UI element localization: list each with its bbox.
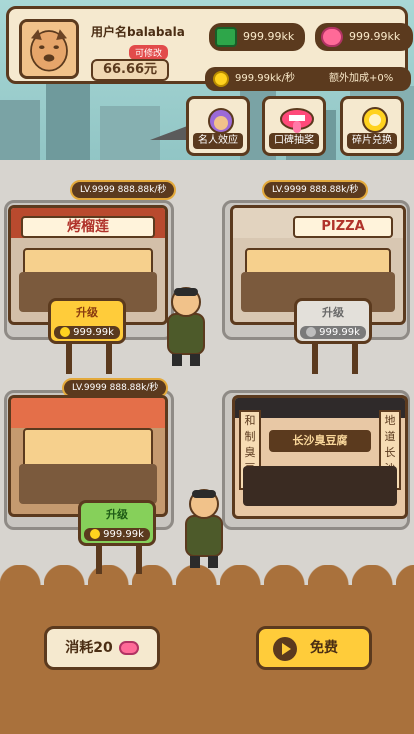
free-watch-ad-button[interactable]: 免费 (256, 626, 372, 670)
exchange-label: 碎片兑换 (347, 133, 397, 149)
sign-post (66, 340, 72, 374)
purple-hair-celebrity-icon (208, 108, 234, 134)
lottery-label: 口碑抽奖 (269, 133, 319, 149)
gold-coin-fragment-icon (362, 107, 388, 133)
dog-face-icon (22, 22, 76, 76)
coin-icon (90, 529, 101, 539)
play-icon (273, 637, 297, 661)
shop-counter (243, 466, 397, 506)
shopkeeper-character (185, 489, 223, 568)
upgrade-cost: 999.99k (84, 528, 150, 541)
money-balance: 66.66元 (91, 59, 169, 81)
shop-sign: 长沙臭豆腐 (269, 430, 371, 452)
lips-tongue-icon (280, 108, 314, 133)
consume-label: 消耗20 (65, 640, 113, 656)
shop-roof (11, 398, 165, 428)
coin-icon (213, 71, 229, 87)
shop-level-label: LV.9999 888.88k/秒 (70, 180, 177, 200)
upgrade-button[interactable]: 升级 999.99k (48, 298, 126, 344)
income-rate-bar: 999.99kk/秒 额外加成+0% (205, 67, 411, 91)
avatar[interactable] (19, 19, 79, 79)
edit-name-button[interactable]: 可修改 (129, 45, 169, 60)
fragment-exchange-button[interactable]: 碎片兑换 (340, 96, 404, 156)
celebrity-effect-label: 名人效应 (193, 133, 243, 149)
free-label: 免费 (310, 640, 338, 656)
sign-post (106, 340, 112, 374)
food-stall-shop[interactable] (8, 395, 168, 517)
lips-value: 999.99kk (349, 30, 401, 43)
cash-value: 999.99kk (243, 30, 295, 43)
word-of-mouth-lottery-button[interactable]: 口碑抽奖 (262, 96, 326, 156)
cash-counter: 999.99kk (209, 23, 305, 51)
shop-sign: PIZZA (293, 216, 393, 238)
bonus-rate: 额外加成+0% (329, 73, 394, 84)
upgrade-button-affordable[interactable]: 升级 999.99k (78, 500, 156, 546)
coin-icon (60, 327, 71, 337)
upgrade-label: 升级 (76, 306, 98, 319)
upgrade-label: 升级 (322, 306, 344, 319)
upgrade-cost: 999.99k (300, 326, 366, 339)
player-panel: 用户名balabala 可修改 66.66元 999.99kk 999.99kk… (6, 6, 413, 91)
lips-icon (321, 27, 343, 47)
shopkeeper-character (167, 287, 205, 366)
lips-counter: 999.99kk (315, 23, 413, 51)
upgrade-cost: 999.99k (54, 326, 120, 339)
upgrade-button-disabled[interactable]: 升级 999.99k (294, 298, 372, 344)
income-rate: 999.99kk/秒 (235, 73, 295, 84)
celebrity-effect-button[interactable]: 名人效应 (186, 96, 250, 156)
sign-post (352, 340, 358, 374)
stinky-tofu-shop[interactable]: 长沙臭豆腐 和制臭豆腐 地道长沙 (232, 395, 408, 519)
username: 用户名balabala (91, 25, 185, 39)
lips-icon (118, 641, 139, 655)
shop-level-label: LV.9999 888.88k/秒 (262, 180, 369, 200)
cash-icon (215, 27, 237, 47)
sign-post (312, 340, 318, 374)
game-screen: 用户名balabala 可修改 66.66元 999.99kk 999.99kk… (0, 0, 414, 734)
shop-counter (19, 464, 157, 504)
upgrade-label: 升级 (106, 508, 128, 521)
coin-icon (306, 327, 317, 337)
shop-sign: 烤榴莲 (21, 216, 155, 238)
consume-lips-button[interactable]: 消耗20 (44, 626, 160, 670)
